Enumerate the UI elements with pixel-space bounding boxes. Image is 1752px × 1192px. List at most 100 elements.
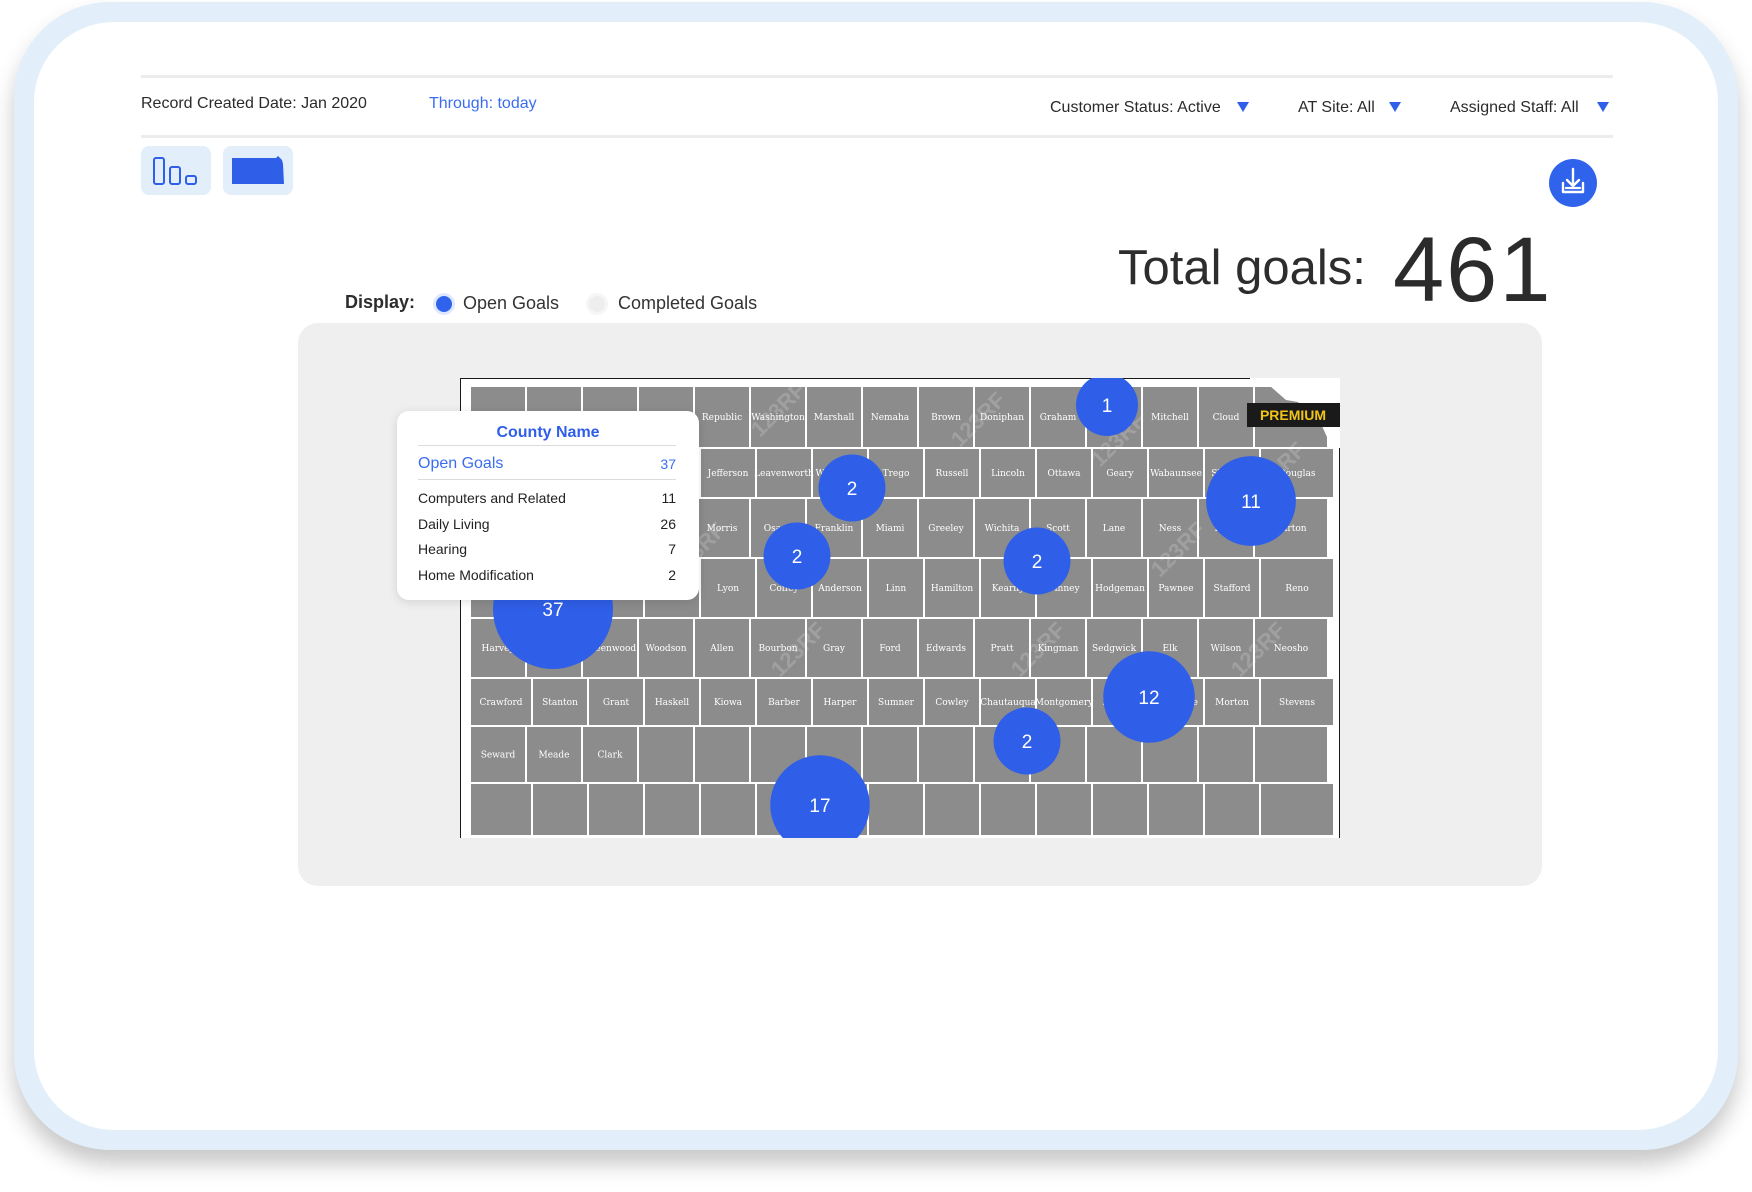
tooltip-divider: [418, 445, 676, 446]
goal-bubble[interactable]: 12: [1103, 651, 1195, 743]
open-goals-radio[interactable]: [436, 296, 452, 312]
county-label: Nemaha: [871, 413, 910, 423]
goal-bubble-label: 12: [1138, 688, 1159, 709]
chevron-down-icon[interactable]: [1389, 102, 1401, 112]
county-shape[interactable]: [1259, 782, 1335, 837]
total-goals-value: 461: [1393, 219, 1553, 321]
goal-bubble-label: 11: [1241, 492, 1261, 513]
county-label: Lyon: [717, 584, 739, 594]
county-label: Graham: [1040, 413, 1077, 423]
county-label: Lane: [1103, 524, 1125, 534]
premium-badge-text: PREMIUM: [1260, 407, 1326, 423]
county-label: Sedgwick: [1092, 644, 1137, 654]
tooltip-row: Daily Living 26: [418, 516, 676, 532]
county-shape[interactable]: [693, 725, 751, 784]
county-shape[interactable]: [1147, 782, 1205, 837]
tooltip-row-label: Home Modification: [418, 567, 534, 583]
county-label: Jefferson: [707, 469, 749, 479]
record-created-filter[interactable]: Record Created Date: Jan 2020: [141, 95, 367, 113]
county-shape[interactable]: [1203, 782, 1261, 837]
county-label: Chautauqua: [980, 698, 1036, 708]
premium-badge: PREMIUM: [1247, 403, 1340, 427]
completed-goals-radio-label[interactable]: Completed Goals: [618, 293, 757, 314]
goal-bubble[interactable]: 2: [993, 707, 1061, 775]
county-shape[interactable]: [861, 725, 919, 784]
county-label: Sumner: [878, 698, 915, 708]
county-shape[interactable]: [1035, 782, 1093, 837]
county-shape[interactable]: [1253, 725, 1329, 784]
county-label: Hamilton: [931, 584, 974, 594]
completed-goals-radio[interactable]: [589, 296, 605, 312]
county-label: Clark: [598, 751, 623, 761]
customer-status-dropdown[interactable]: Customer Status: Active: [1050, 99, 1221, 117]
county-label: Gray: [823, 644, 846, 654]
chevron-down-icon[interactable]: [1237, 102, 1249, 112]
goal-bubble-label: 37: [542, 600, 563, 621]
county-label: Marshall: [814, 413, 855, 423]
total-goals-label: Total goals:: [1118, 241, 1366, 295]
county-shape[interactable]: [587, 782, 645, 837]
county-label: Leavenworth: [754, 469, 814, 479]
map-view-button[interactable]: [223, 146, 293, 195]
tooltip-row-label: Computers and Related: [418, 490, 566, 506]
goal-bubble-label: 1: [1102, 396, 1113, 417]
county-label: Crawford: [479, 698, 522, 708]
county-shape[interactable]: [469, 782, 533, 837]
county-label: Wabaunsee: [1150, 469, 1202, 479]
tooltip-row: Home Modification 2: [418, 567, 676, 583]
tooltip-row-value: 7: [668, 541, 676, 557]
county-label: Stafford: [1213, 584, 1250, 594]
county-label: Harper: [824, 698, 858, 708]
county-label: Lincoln: [991, 469, 1025, 479]
download-button[interactable]: [1549, 159, 1597, 207]
goal-bubble[interactable]: 11: [1206, 456, 1296, 546]
goal-bubble-label: 2: [1032, 552, 1043, 573]
map-edge-mask: [462, 380, 476, 386]
tooltip-row-value: 11: [661, 490, 676, 506]
chevron-down-icon[interactable]: [1597, 102, 1609, 112]
goal-bubble[interactable]: 2: [818, 454, 886, 522]
goal-bubble[interactable]: 2: [763, 522, 831, 590]
at-site-dropdown[interactable]: AT Site: All: [1298, 99, 1375, 117]
county-label: Elk: [1163, 644, 1178, 654]
county-label: Cowley: [935, 698, 969, 708]
county-label: Reno: [1285, 584, 1308, 594]
county-label: Ford: [879, 644, 900, 654]
county-label: Morton: [1215, 698, 1249, 708]
county-shape[interactable]: [531, 782, 589, 837]
county-label: Anderson: [817, 584, 862, 594]
county-label: Miami: [876, 524, 905, 534]
tooltip-divider: [418, 479, 676, 480]
county-shape[interactable]: [637, 725, 695, 784]
county-label: Woodson: [645, 644, 686, 654]
assigned-staff-dropdown[interactable]: Assigned Staff: All: [1450, 99, 1579, 117]
open-goals-radio-label[interactable]: Open Goals: [463, 293, 559, 314]
county-label: Stanton: [542, 698, 578, 708]
goal-bubble-label: 2: [847, 479, 858, 500]
county-shape[interactable]: [917, 725, 975, 784]
goal-bubble[interactable]: 2: [1003, 527, 1071, 595]
county-shape[interactable]: [979, 782, 1037, 837]
county-shape[interactable]: [699, 782, 757, 837]
tooltip-row-label: Hearing: [418, 541, 468, 557]
county-shape[interactable]: [867, 782, 925, 837]
filter-bar-bottom-rule: [141, 135, 1613, 138]
county-shape[interactable]: [643, 782, 701, 837]
county-label: Hodgeman: [1095, 584, 1145, 594]
county-label: Allen: [709, 644, 734, 654]
county-label: Pratt: [991, 644, 1014, 654]
county-shape[interactable]: [1091, 782, 1149, 837]
county-label: Cloud: [1213, 413, 1240, 423]
county-shape[interactable]: [1197, 725, 1255, 784]
bar-chart-view-button[interactable]: [141, 146, 211, 195]
county-label: Pawnee: [1158, 584, 1193, 594]
county-label: Wichita: [985, 524, 1020, 534]
tooltip-open-goals-label: Open Goals: [418, 455, 504, 472]
county-label: Greeley: [928, 524, 964, 534]
filter-bar-top-rule: [141, 75, 1613, 78]
through-date-link[interactable]: Through: today: [429, 95, 537, 113]
county-label: Brown: [931, 413, 961, 423]
county-shape[interactable]: [923, 782, 981, 837]
county-label: Stevens: [1279, 698, 1315, 708]
tooltip-title: County Name: [496, 424, 600, 441]
